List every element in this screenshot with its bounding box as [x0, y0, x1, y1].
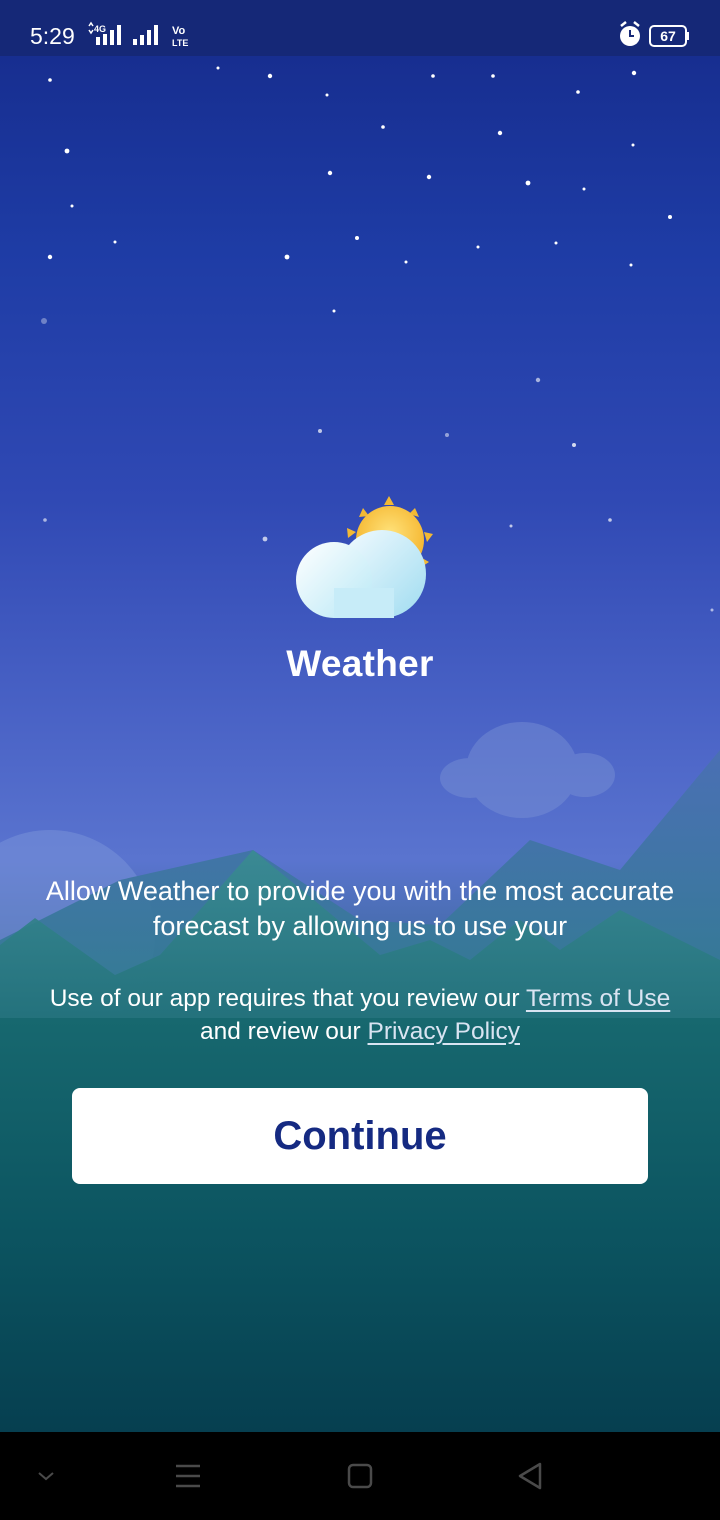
night-sky-background — [0, 66, 720, 1432]
status-bar: 5:29 4G Vo LTE 67 — [0, 0, 720, 56]
signal-icon: 4G Vo LTE — [88, 21, 188, 48]
app-title: Weather — [286, 643, 434, 684]
svg-text:67: 67 — [660, 28, 676, 44]
distant-cloud — [440, 722, 615, 818]
sea — [0, 1018, 720, 1432]
4g-signal-icon: 4G — [94, 24, 106, 34]
permission-message: Allow Weather to provide you with the mo… — [45, 876, 675, 941]
back-icon[interactable] — [506, 1452, 554, 1500]
terms-notice: Use of our app requires that you review … — [40, 982, 680, 1048]
terms-prefix: Use of our app requires that you review … — [49, 985, 526, 1012]
alarm-icon: 67 — [620, 21, 689, 47]
sun-cloud-icon — [296, 496, 433, 618]
status-time: 5:29 — [30, 23, 75, 49]
menu-icon[interactable] — [164, 1452, 212, 1500]
svg-text:Vo: Vo — [172, 25, 186, 37]
terms-middle: and review our — [200, 1018, 368, 1045]
home-icon[interactable] — [336, 1452, 384, 1500]
privacy-policy-link[interactable]: Privacy Policy — [368, 1018, 520, 1045]
navigation-bar — [0, 1432, 720, 1520]
terms-of-use-link[interactable]: Terms of Use — [526, 985, 670, 1012]
svg-text:LTE: LTE — [172, 38, 188, 48]
chevron-down-icon[interactable] — [22, 1452, 70, 1500]
continue-button[interactable]: Continue — [72, 1088, 648, 1184]
splash-screen: 5:29 4G Vo LTE 67 Weather Allow Weather … — [0, 0, 720, 1520]
